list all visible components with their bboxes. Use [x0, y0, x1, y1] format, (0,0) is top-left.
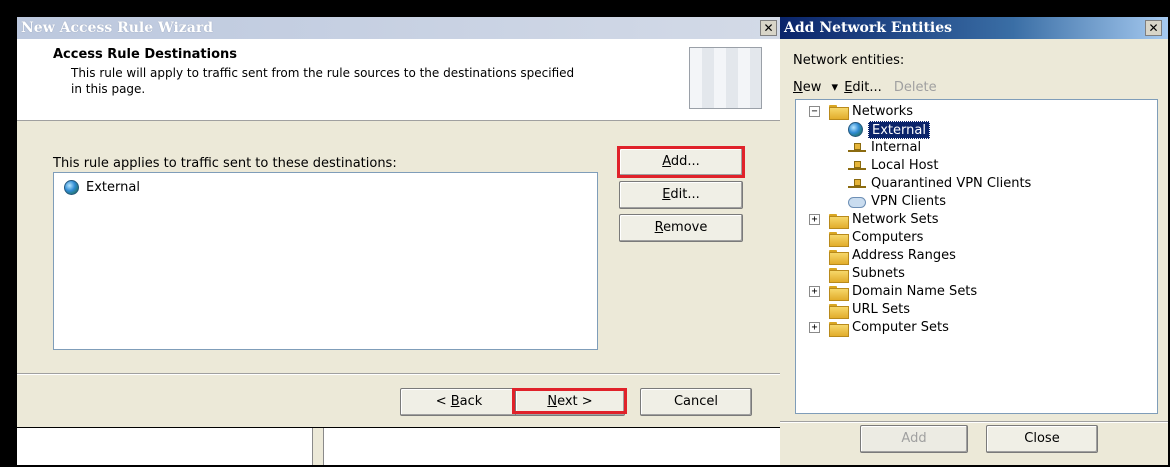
tree-item-local-host[interactable]: Local Host [796, 157, 1156, 175]
tree-item-computers[interactable]: Computers [796, 229, 1156, 247]
tree-label: Quarantined VPN Clients [871, 176, 1032, 191]
tree-item-vpn-clients[interactable]: VPN Clients [796, 193, 1156, 211]
next-button-highlight [512, 388, 627, 414]
tree-item-computer-sets[interactable]: + Computer Sets [796, 319, 1156, 337]
wizard-header-graphic [689, 47, 762, 109]
remove-button[interactable]: Remove [619, 214, 743, 242]
entities-titlebar: Add Network Entities [780, 17, 1168, 39]
add-entity-button[interactable]: Add [860, 425, 968, 453]
tree-item-quarantined-vpn-clients[interactable]: Quarantined VPN Clients [796, 175, 1156, 193]
tree-item-internal[interactable]: Internal [796, 139, 1156, 157]
access-rule-wizard-window: New Access Rule Wizard ✕ Access Rule Des… [17, 17, 780, 465]
network-icon [848, 160, 866, 172]
tree-label: Computer Sets [852, 320, 949, 335]
page-description-line2: in this page. [71, 82, 146, 96]
tree-label-selected: External [868, 121, 930, 139]
tree-item-subnets[interactable]: Subnets [796, 265, 1156, 283]
entities-separator [780, 421, 1168, 423]
tree-label: VPN Clients [871, 194, 946, 209]
folder-icon [829, 322, 849, 337]
expand-icon[interactable]: + [809, 322, 820, 333]
page-description-line1: This rule will apply to traffic sent fro… [71, 66, 575, 80]
folder-icon [829, 304, 849, 319]
destination-external: External [86, 180, 140, 195]
wizard-title: New Access Rule Wizard [21, 20, 213, 36]
network-icon [848, 142, 866, 154]
network-entities-tree[interactable]: − Networks External Internal Local Host … [795, 99, 1158, 414]
wizard-titlebar: New Access Rule Wizard [17, 17, 780, 39]
tree-label: URL Sets [852, 302, 911, 317]
tree-label: Network Sets [852, 212, 939, 227]
tree-item-external[interactable]: External [796, 121, 1156, 139]
back-button[interactable]: < Back [400, 388, 518, 416]
entities-toolbar: New ▾ Edit... Delete [793, 79, 937, 97]
destinations-label: This rule applies to traffic sent to the… [53, 156, 397, 171]
network-entities-label: Network entities: [793, 53, 905, 68]
network-icon [848, 178, 866, 190]
tree-item-network-sets[interactable]: + Network Sets [796, 211, 1156, 229]
destinations-list[interactable]: External [53, 172, 598, 350]
folder-icon [829, 232, 849, 247]
tree-item-networks[interactable]: − Networks [796, 103, 1156, 121]
edit-toolbar-button[interactable]: Edit... [844, 80, 886, 95]
tree-item-address-ranges[interactable]: Address Ranges [796, 247, 1156, 265]
page-title: Access Rule Destinations [53, 47, 237, 62]
expand-icon[interactable]: + [809, 286, 820, 297]
wizard-separator [17, 373, 780, 375]
delete-toolbar-button[interactable]: Delete [894, 80, 937, 95]
chevron-down-icon[interactable]: ▾ [832, 80, 839, 95]
entities-title: Add Network Entities [784, 20, 953, 36]
folder-icon [829, 214, 849, 229]
tree-item-url-sets[interactable]: URL Sets [796, 301, 1156, 319]
folder-icon [829, 250, 849, 265]
cancel-button[interactable]: Cancel [640, 388, 752, 416]
entities-close-button[interactable]: ✕ [1145, 20, 1162, 36]
vpn-clients-icon [848, 197, 866, 208]
background-window-area [17, 427, 780, 465]
tree-label: Internal [871, 140, 922, 155]
tree-label: Computers [852, 230, 924, 245]
collapse-icon[interactable]: − [809, 106, 820, 117]
edit-button[interactable]: Edit... [619, 181, 743, 209]
open-folder-icon [829, 105, 849, 120]
tree-label: Address Ranges [852, 248, 956, 263]
expand-icon[interactable]: + [809, 214, 820, 225]
tree-label: Local Host [871, 158, 939, 173]
tree-label: Subnets [852, 266, 905, 281]
wizard-close-button[interactable]: ✕ [760, 20, 777, 36]
globe-icon [848, 122, 863, 137]
add-button-highlight [617, 146, 745, 178]
wizard-header: Access Rule Destinations This rule will … [17, 39, 780, 121]
folder-icon [829, 268, 849, 283]
tree-item-domain-name-sets[interactable]: + Domain Name Sets [796, 283, 1156, 301]
background-divider [312, 428, 324, 465]
add-network-entities-window: Add Network Entities ✕ Network entities:… [780, 17, 1168, 465]
new-menu-button[interactable]: New [793, 80, 826, 95]
tree-label: Networks [852, 104, 914, 119]
globe-icon [64, 180, 79, 195]
close-button[interactable]: Close [986, 425, 1098, 453]
tree-label: Domain Name Sets [852, 284, 978, 299]
folder-icon [829, 286, 849, 301]
